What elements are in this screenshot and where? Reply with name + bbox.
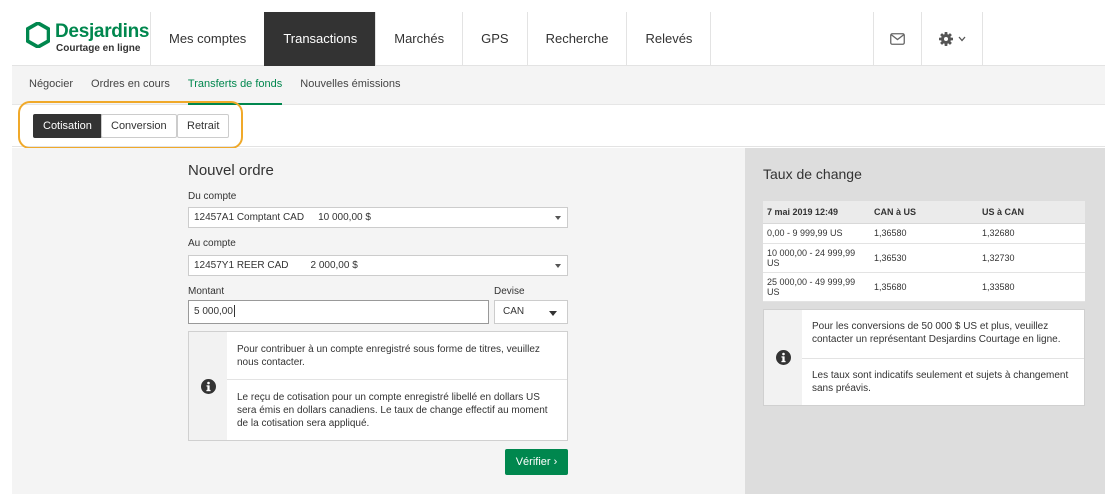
top-header: Desjardins Courtage en ligne Mes comptes… [12,12,1105,66]
main-nav: Mes comptes Transactions Marchés GPS Rec… [150,12,712,66]
messages-button[interactable] [873,12,921,66]
table-row: 25 000,00 - 49 999,99 US 1,35680 1,33580 [763,272,1085,302]
amount-value: 5 000,00 [194,306,233,317]
info-message-securities: Pour contribuer à un compte enregistré s… [237,344,540,368]
to-account-select[interactable]: 12457Y1 REER CAD 2 000,00 $ [188,255,568,276]
from-account-name: 12457A1 Comptant CAD [194,212,305,223]
to-account-label: Au compte [188,238,236,249]
rates-us-can-header: US à CAN [978,201,1085,224]
info-message-receipt: Le reçu de cotisation pour un compte enr… [237,392,548,429]
currency-select[interactable]: CAN [494,300,568,324]
rate-range: 25 000,00 - 49 999,99 US [763,272,870,302]
tab-conversion[interactable]: Conversion [101,114,177,138]
rate-us-can: 1,33580 [978,272,1085,302]
nav-recherche[interactable]: Recherche [526,12,627,66]
rate-us-can: 1,32680 [978,223,1085,244]
rate-range: 10 000,00 - 24 999,99 US [763,243,870,273]
nav-transactions[interactable]: Transactions [264,12,376,66]
rate-can-us: 1,36580 [870,223,978,244]
info-icon-column [764,310,802,405]
sub-nav: Négocier Ordres en cours Transferts de f… [12,66,1105,105]
subnav-negocier[interactable]: Négocier [29,66,73,105]
desjardins-logo[interactable]: Desjardins Courtage en ligne [26,21,150,56]
tab-retrait[interactable]: Retrait [177,114,230,138]
info-icon [200,378,216,394]
subnav-nouvelles-emissions[interactable]: Nouvelles émissions [300,66,400,105]
caret-down-icon [549,311,557,316]
table-row: 10 000,00 - 24 999,99 US 1,36530 1,32730 [763,243,1085,273]
nav-gps[interactable]: GPS [462,12,526,66]
subnav-ordres-en-cours[interactable]: Ordres en cours [91,66,170,105]
table-row: 0,00 - 9 999,99 US 1,36580 1,32680 [763,223,1085,244]
header-actions [873,12,983,66]
verify-button[interactable]: Vérifier › [505,449,568,475]
caret-down-icon [555,216,561,220]
info-divider [802,358,1084,359]
subnav-transferts-de-fonds[interactable]: Transferts de fonds [187,66,283,105]
rate-can-us: 1,35680 [870,272,978,302]
mail-icon [890,33,905,45]
rates-info-large-conversions: Pour les conversions de 50 000 $ US et p… [812,321,1061,345]
amount-input[interactable]: 5 000,00 [188,300,489,324]
rates-can-us-header: CAN à US [870,201,978,224]
tab-cotisation[interactable]: Cotisation [33,114,102,138]
rate-can-us: 1,36530 [870,243,978,273]
form-title: Nouvel ordre [188,162,274,179]
transfer-type-tabs: Cotisation Conversion Retrait [12,101,1105,149]
from-account-balance: 10 000,00 $ [318,212,371,223]
rate-us-can: 1,32730 [978,243,1085,273]
rates-header-row: 7 mai 2019 12:49 CAN à US US à CAN [763,201,1085,224]
currency-value: CAN [503,306,525,317]
rate-range: 0,00 - 9 999,99 US [763,223,870,244]
nav-releves[interactable]: Relevés [626,12,712,66]
rates-info-indicative: Les taux sont indicatifs seulement et su… [812,370,1069,394]
rates-table: 7 mai 2019 12:49 CAN à US US à CAN 0,00 … [763,201,1085,302]
currency-label: Devise [494,286,525,297]
gear-icon [938,32,953,46]
to-account-balance: 2 000,00 $ [310,260,358,271]
amount-label: Montant [188,286,225,297]
chevron-down-icon [958,36,965,42]
rates-info-box: Pour les conversions de 50 000 $ US et p… [763,309,1085,406]
rates-title: Taux de change [763,166,862,182]
contribution-info-box: Pour contribuer à un compte enregistré s… [188,331,568,441]
text-cursor [233,305,235,318]
info-icon [775,350,791,365]
nav-mes-comptes[interactable]: Mes comptes [150,12,264,66]
to-account-name: 12457Y1 REER CAD [194,260,289,271]
from-account-label: Du compte [188,191,237,202]
from-account-select[interactable]: 12457A1 Comptant CAD 10 000,00 $ [188,207,568,228]
settings-button[interactable] [921,12,983,66]
desjardins-hexagon-icon [26,22,50,48]
brand-subtitle: Courtage en ligne [56,43,141,54]
nav-marches[interactable]: Marchés [375,12,462,66]
caret-down-icon [555,264,561,268]
brand-name: Desjardins [55,21,150,42]
rates-date-header: 7 mai 2019 12:49 [763,201,870,224]
info-icon-column [189,332,227,440]
info-divider [227,379,567,380]
